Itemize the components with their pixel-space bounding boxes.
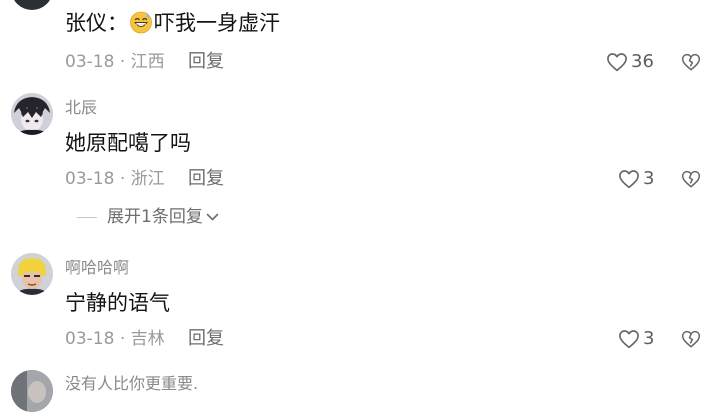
comment-text: 宁静的语气 <box>65 291 170 315</box>
chevron-down-icon <box>206 213 219 221</box>
reply-button[interactable]: 回复 <box>188 51 224 73</box>
avatar[interactable] <box>11 0 53 10</box>
reply-button[interactable]: 回复 <box>188 168 224 190</box>
like-button[interactable]: 36 <box>606 50 654 74</box>
comment-date: 03-18 <box>65 329 115 349</box>
expand-replies-button[interactable]: 展开1条回复 <box>77 206 219 228</box>
avatar[interactable] <box>11 93 53 135</box>
comment-meta: 03-18 · 浙江 <box>65 168 165 190</box>
grin-sweat-emoji-icon <box>130 11 152 34</box>
divider-line <box>77 216 97 218</box>
like-count: 3 <box>643 168 655 189</box>
comment-location: 吉林 <box>130 329 165 349</box>
meta-separator: · <box>119 52 126 72</box>
avatar[interactable] <box>11 370 53 412</box>
username[interactable]: 啊哈哈啊 <box>65 258 129 278</box>
avatar-image <box>11 253 53 295</box>
like-button[interactable]: 3 <box>618 327 654 351</box>
comment-date: 03-18 <box>65 169 115 189</box>
comment-location: 浙江 <box>130 169 165 189</box>
comment-date: 03-18 <box>65 52 115 72</box>
heart-icon <box>619 170 639 189</box>
comment-text: 她原配噶了吗 <box>65 131 191 155</box>
meta-separator: · <box>119 329 126 349</box>
expand-replies-label: 展开1条回复 <box>107 207 203 227</box>
meta-separator: · <box>119 169 126 189</box>
comment-text: 张仪： 吓我一身虚汗 <box>65 9 280 37</box>
avatar-image <box>11 93 53 135</box>
heart-icon <box>607 53 627 72</box>
broken-heart-icon[interactable] <box>681 52 701 72</box>
reply-button[interactable]: 回复 <box>188 328 224 350</box>
like-button[interactable]: 3 <box>618 167 654 191</box>
username[interactable]: 北辰 <box>65 98 97 118</box>
comment-location: 江西 <box>130 52 165 72</box>
like-count: 3 <box>643 328 655 349</box>
comment-text-prefix: 张仪： <box>65 11 128 35</box>
avatar[interactable] <box>11 253 53 295</box>
comment-meta: 03-18 · 吉林 <box>65 328 165 350</box>
broken-heart-icon[interactable] <box>681 169 701 189</box>
heart-icon <box>619 330 639 349</box>
like-count: 36 <box>631 51 654 72</box>
comment-meta: 03-18 · 江西 <box>65 51 165 73</box>
username[interactable]: 没有人比你更重要. <box>65 374 198 394</box>
comment-text-suffix: 吓我一身虚汗 <box>154 11 280 35</box>
broken-heart-icon[interactable] <box>681 329 701 349</box>
avatar-image <box>11 370 53 412</box>
